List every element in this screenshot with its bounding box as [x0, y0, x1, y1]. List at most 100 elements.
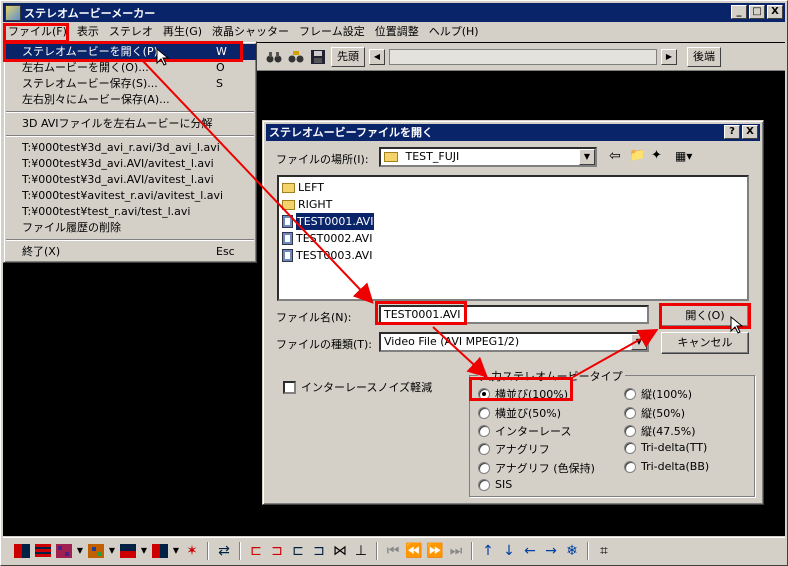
mark-2-icon[interactable]: ⊐ [268, 542, 286, 560]
open-button[interactable]: 開く(O) [661, 305, 749, 327]
list-item[interactable]: TEST0002.AVI [282, 230, 374, 247]
video-file-icon [282, 232, 293, 245]
chevron-down-icon[interactable]: ▼ [579, 149, 595, 165]
radio-label: インターレース [495, 425, 572, 438]
crop-icon[interactable]: ⌗ [595, 542, 613, 560]
figure-icon[interactable]: ✶ [183, 542, 201, 560]
checkbox-label: インターレースノイズ軽減 [301, 381, 433, 394]
chevron-down-icon[interactable]: ▼ [76, 542, 84, 560]
new-folder-icon[interactable]: ✦ [651, 148, 662, 163]
menu-file[interactable]: ファイル(F) [3, 23, 72, 41]
menu-recent-3[interactable]: T:¥000test¥3d_avi.AVI/avitest_l.avi [4, 172, 256, 188]
menu-position[interactable]: 位置調整 [370, 23, 424, 41]
menu-open-stereo-movie[interactable]: ステレオムービーを開く(P) W [4, 44, 256, 60]
cancel-button[interactable]: キャンセル [661, 332, 749, 354]
radio-side-100[interactable]: 横並び(100%) [478, 386, 568, 402]
bowtie-icon[interactable]: ⋈ [331, 542, 349, 560]
menu-recent-5[interactable]: T:¥000test¥test_r.avi/test_l.avi [4, 204, 256, 220]
menu-save-lr-separately[interactable]: 左右別々にムービー保存(A)... [4, 92, 256, 108]
chevron-down-icon[interactable]: ▼ [172, 542, 180, 560]
menu-split-3d-avi[interactable]: 3D AVIファイルを左右ムービーに分解 [4, 116, 256, 132]
menu-recent-4[interactable]: T:¥000test¥avitest_r.avi/avitest_l.avi [4, 188, 256, 204]
checker-icon[interactable] [55, 542, 73, 560]
scroll-right-arrow[interactable]: ▶ [661, 48, 677, 65]
menu-exit[interactable]: 終了(X) Esc [4, 244, 256, 260]
list-item[interactable]: LEFT [282, 179, 326, 196]
menu-separator [4, 108, 256, 116]
radio-vert-50[interactable]: 縦(50%) [624, 405, 685, 421]
maximize-button[interactable]: □ [749, 5, 765, 19]
chevron-down-icon[interactable]: ▼ [140, 542, 148, 560]
radio-tri-delta-tt[interactable]: Tri-delta(TT) [624, 441, 707, 454]
first-frame-icon[interactable]: ⏮ [384, 542, 402, 560]
mosaic-icon[interactable] [87, 542, 105, 560]
binoculars-icon[interactable] [265, 48, 283, 66]
arrow-right-icon[interactable]: → [542, 542, 560, 560]
tail-button[interactable]: 後端 [687, 46, 721, 67]
arrow-down-icon[interactable]: ↓ [500, 542, 518, 560]
frame-scrollbar[interactable] [389, 48, 657, 65]
arrow-up-icon[interactable]: ↑ [479, 542, 497, 560]
swap-icon[interactable]: ⇄ [215, 542, 233, 560]
minimize-button[interactable]: _ [731, 5, 747, 19]
floppy-disk-icon[interactable] [309, 48, 327, 66]
menu-recent-1[interactable]: T:¥000test¥3d_avi_r.avi/3d_avi_l.avi [4, 140, 256, 156]
dialog-title: ステレオムービーファイルを開く [269, 126, 434, 139]
arrow-left-icon[interactable]: ← [521, 542, 539, 560]
location-combo[interactable]: TEST_FUJI ▼ [379, 147, 597, 167]
prev-frame-icon[interactable]: ⏪ [405, 542, 423, 560]
radio-anaglyph[interactable]: アナグリフ [478, 441, 550, 457]
close-button[interactable]: X [767, 5, 783, 19]
radio-indicator [478, 478, 490, 491]
chevron-down-icon[interactable]: ▼ [631, 334, 647, 350]
binoculars-save-icon[interactable] [287, 48, 305, 66]
filetype-combo[interactable]: Video File (AVI MPEG1/2) ▼ [379, 332, 649, 352]
scroll-left-arrow[interactable]: ◀ [369, 48, 385, 65]
last-frame-icon[interactable]: ⏭ [447, 542, 465, 560]
help-button[interactable]: ? [724, 125, 740, 139]
back-arrow-icon[interactable]: ⇦ [609, 148, 621, 164]
split-lr-icon[interactable] [151, 542, 169, 560]
radio-vert-47-5[interactable]: 縦(47.5%) [624, 423, 696, 439]
mark-4-icon[interactable]: ⊐ [310, 542, 328, 560]
dialog-close-button[interactable]: X [742, 125, 758, 139]
snowflake-icon[interactable]: ❄ [563, 542, 581, 560]
head-button[interactable]: 先頭 [331, 46, 365, 67]
radio-indicator [478, 388, 490, 400]
menu-help[interactable]: ヘルプ(H) [424, 23, 484, 41]
radio-vert-100[interactable]: 縦(100%) [624, 386, 692, 402]
menu-frame-settings[interactable]: フレーム設定 [294, 23, 370, 41]
menu-open-lr-movie[interactable]: 左右ムービーを開く(O)... O [4, 60, 256, 76]
radio-tri-delta-bb[interactable]: Tri-delta(BB) [624, 460, 709, 473]
menu-lcd-shutter[interactable]: 液晶シャッター [207, 23, 294, 41]
interlace-noise-checkbox[interactable]: インターレースノイズ軽減 [283, 379, 432, 395]
side-by-side-icon[interactable] [13, 542, 31, 560]
group-title: 入力ステレオムービータイプ [478, 368, 625, 384]
view-menu-icon[interactable]: ▦▾ [675, 149, 692, 163]
dialog-title-bar: ステレオムービーファイルを開く ? X [266, 124, 760, 141]
menu-recent-2[interactable]: T:¥000test¥3d_avi.AVI/avitest_l.avi [4, 156, 256, 172]
menu-stereo[interactable]: ステレオ [104, 23, 158, 41]
radio-side-50[interactable]: 横並び(50%) [478, 405, 561, 421]
chevron-down-icon[interactable]: ▼ [108, 542, 116, 560]
stripes-icon[interactable] [34, 542, 52, 560]
toolbar-separator [587, 541, 589, 560]
list-item[interactable]: TEST0001.AVI [282, 213, 376, 230]
up-folder-icon[interactable]: 📁 [629, 148, 645, 163]
mark-3-icon[interactable]: ⊏ [289, 542, 307, 560]
file-menu-dropdown: ステレオムービーを開く(P) W 左右ムービーを開く(O)... O ステレオム… [3, 41, 257, 263]
list-item[interactable]: TEST0003.AVI [282, 247, 374, 264]
menu-save-stereo-movie[interactable]: ステレオムービー保存(S)... S [4, 76, 256, 92]
menu-view[interactable]: 表示 [72, 23, 104, 41]
next-frame-icon[interactable]: ⏩ [426, 542, 444, 560]
list-item[interactable]: RIGHT [282, 196, 334, 213]
split-mark-icon[interactable]: ⊥ [352, 542, 370, 560]
mark-1-icon[interactable]: ⊏ [247, 542, 265, 560]
radio-anaglyph-color[interactable]: アナグリフ (色保持) [478, 460, 595, 476]
menu-play[interactable]: 再生(G) [158, 23, 207, 41]
filename-input[interactable]: TEST0001.AVI [379, 305, 649, 324]
split-tb-icon[interactable] [119, 542, 137, 560]
radio-interlace[interactable]: インターレース [478, 423, 571, 439]
radio-sis[interactable]: SIS [478, 478, 512, 491]
menu-clear-history[interactable]: ファイル履歴の削除 [4, 220, 256, 236]
